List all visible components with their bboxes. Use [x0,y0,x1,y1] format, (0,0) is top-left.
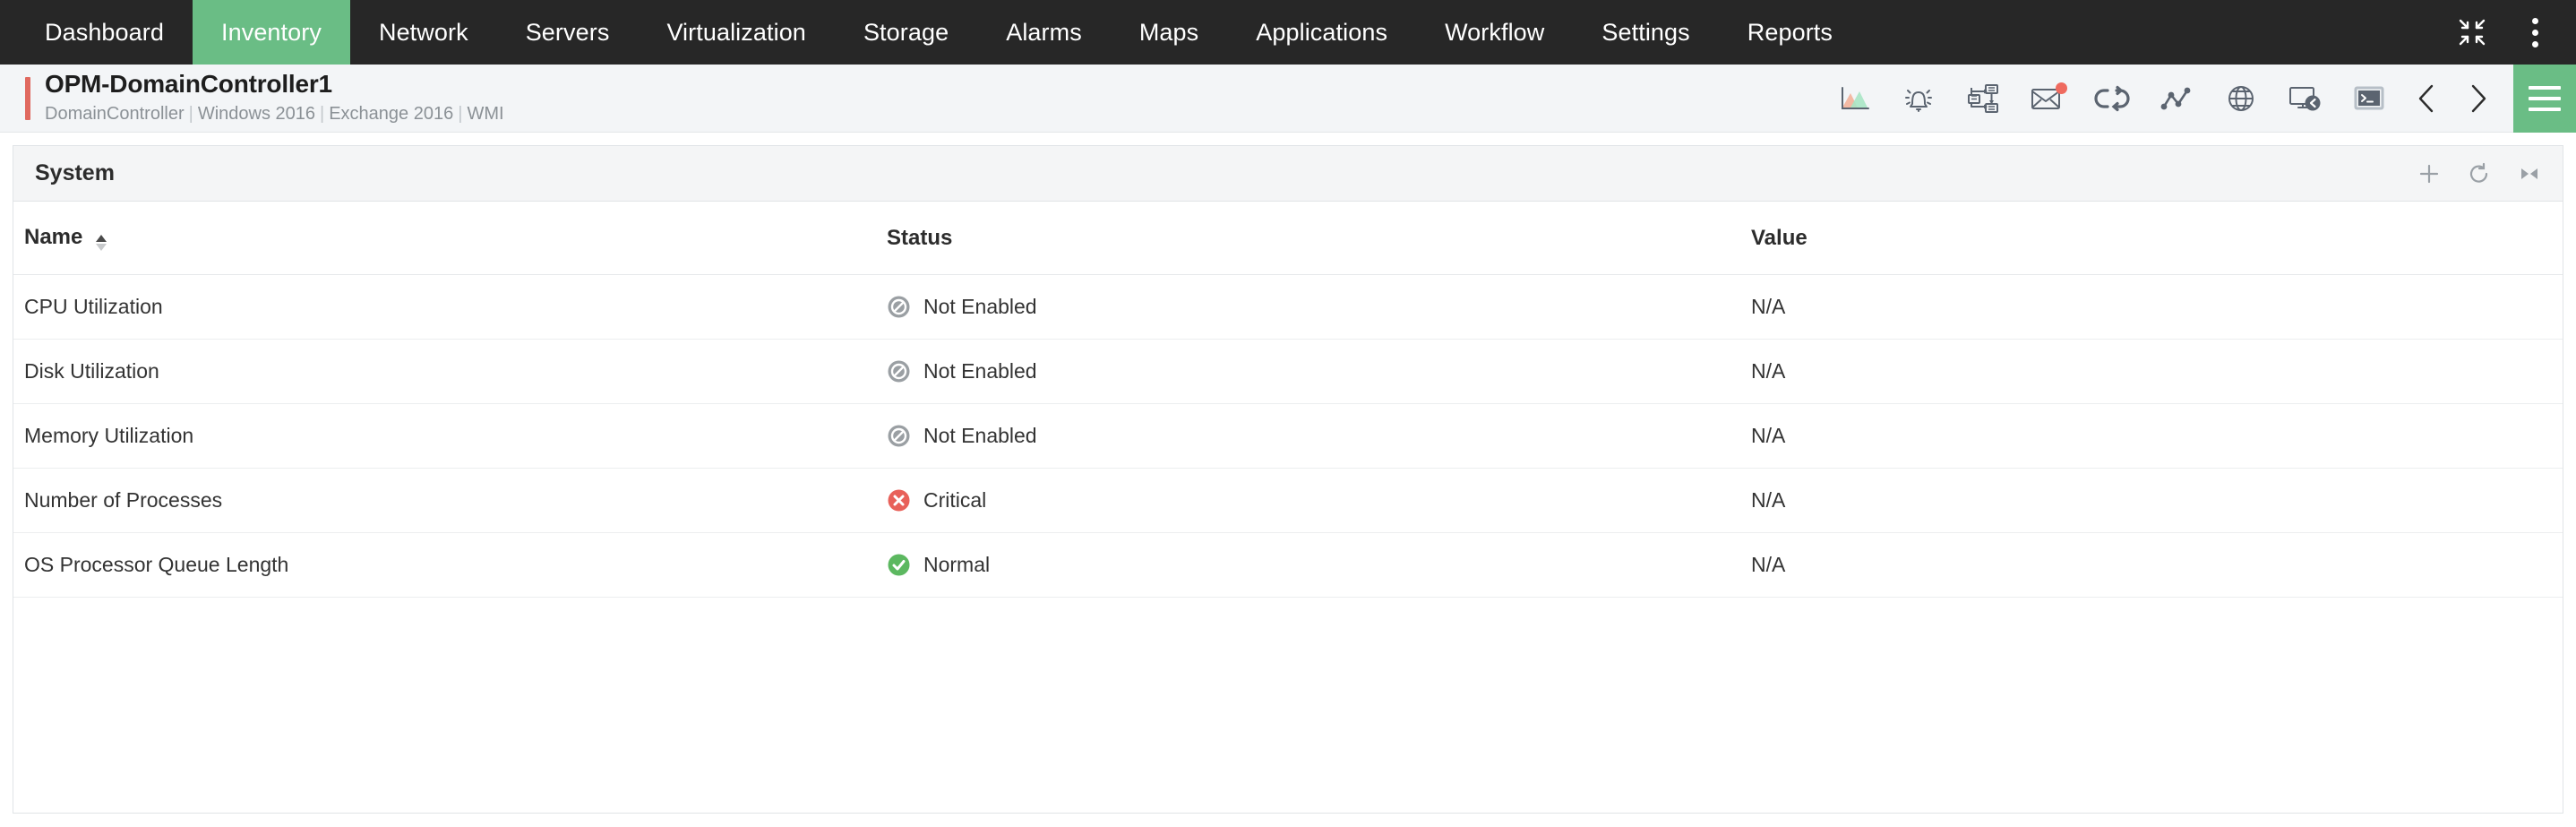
top-nav-right-actions [2454,0,2576,65]
cell-status: Not Enabled [887,404,1751,469]
device-meta-item: Exchange 2016 [329,104,453,124]
table-row[interactable]: OS Processor Queue Length Normal N/A [13,533,2563,598]
nav-tab-servers[interactable]: Servers [497,0,639,65]
area-chart-icon[interactable] [1829,65,1879,133]
status-label: Not Enabled [923,424,1037,448]
nav-tab-dashboard[interactable]: Dashboard [16,0,193,65]
more-dots [2532,18,2538,47]
system-panel: System [13,145,2563,814]
status-badge: Not Enabled [887,424,1751,448]
previous-device-button[interactable] [2402,65,2452,133]
device-meta: DomainController|Windows 2016|Exchange 2… [45,101,504,126]
column-header-name[interactable]: Name [13,202,887,275]
collapse-panel-icon[interactable] [2516,160,2543,187]
cell-value: N/A [1751,404,2563,469]
status-badge: Critical [887,488,1751,513]
status-label: Critical [923,488,986,513]
remote-desktop-icon[interactable] [2280,65,2331,133]
status-badge: Normal [887,553,1751,577]
meta-separator: | [189,104,193,124]
mail-icon[interactable] [2022,65,2073,133]
status-critical-icon [887,488,911,513]
cell-name: OS Processor Queue Length [13,533,887,598]
column-header-name-label: Name [24,225,82,249]
device-title-block: OPM-DomainController1 DomainController|W… [45,70,504,126]
table-row[interactable]: CPU Utilization Not Enabled N/A [13,275,2563,340]
status-label: Normal [923,553,990,577]
refresh-icon[interactable] [2466,160,2493,187]
nav-tab-network[interactable]: Network [350,0,497,65]
device-meta-item: Windows 2016 [198,104,315,124]
cell-name: Memory Utilization [13,404,887,469]
cell-name: CPU Utilization [13,275,887,340]
nav-tab-virtualization[interactable]: Virtualization [638,0,835,65]
terminal-icon[interactable] [2345,65,2395,133]
globe-icon[interactable] [2216,65,2266,133]
top-navigation-bar: DashboardInventoryNetworkServersVirtuali… [0,0,2576,65]
column-header-status[interactable]: Status [887,202,1751,275]
device-meta-item: WMI [467,104,503,124]
status-badge: Not Enabled [887,295,1751,319]
status-label: Not Enabled [923,359,1037,383]
nav-tab-storage[interactable]: Storage [835,0,977,65]
system-panel-header: System [13,146,2563,202]
next-device-button[interactable] [2452,65,2503,133]
meta-separator: | [458,104,462,124]
nav-tab-alarms[interactable]: Alarms [977,0,1111,65]
link-loop-icon[interactable] [2087,65,2137,133]
table-row[interactable]: Disk Utilization Not Enabled N/A [13,340,2563,404]
alarm-bell-icon[interactable] [1893,65,1944,133]
cell-status: Not Enabled [887,340,1751,404]
sort-ascending-icon [96,235,107,251]
hamburger-menu-button[interactable] [2513,65,2576,133]
table-row[interactable]: Number of Processes Critical N/A [13,469,2563,533]
table-header: Name Status Value [13,202,2563,275]
panel-title: System [35,160,115,186]
device-accent-bar [25,77,30,120]
cell-name: Number of Processes [13,469,887,533]
cell-name: Disk Utilization [13,340,887,404]
status-disabled-icon [887,359,911,383]
table-row[interactable]: Memory Utilization Not Enabled N/A [13,404,2563,469]
status-disabled-icon [887,295,911,319]
more-vertical-icon[interactable] [2517,13,2553,52]
table-header-row: Name Status Value [13,202,2563,275]
cell-value: N/A [1751,469,2563,533]
status-badge: Not Enabled [887,359,1751,383]
status-normal-icon [887,553,911,577]
table-body: CPU UtilizationNot EnabledN/ADisk Utiliz… [13,275,2563,598]
device-meta-item: DomainController [45,104,185,124]
nav-tab-reports[interactable]: Reports [1719,0,1861,65]
status-disabled-icon [887,424,911,448]
cell-status: Normal [887,533,1751,598]
workflow-icon[interactable] [1958,65,2008,133]
mail-notification-badge [2056,82,2067,94]
device-action-toolbar [1822,65,2576,132]
main-nav-tabs: DashboardInventoryNetworkServersVirtuali… [16,0,1861,65]
cell-value: N/A [1751,533,2563,598]
line-chart-icon[interactable] [2151,65,2202,133]
cell-status: Critical [887,469,1751,533]
nav-tab-settings[interactable]: Settings [1573,0,1718,65]
system-metrics-table: Name Status Value CPU Utilization Not Ena… [13,202,2563,598]
nav-tab-workflow[interactable]: Workflow [1416,0,1573,65]
column-header-value[interactable]: Value [1751,202,2563,275]
device-name: OPM-DomainController1 [45,70,504,99]
meta-separator: | [320,104,324,124]
nav-tab-maps[interactable]: Maps [1111,0,1227,65]
cell-status: Not Enabled [887,275,1751,340]
nav-tab-applications[interactable]: Applications [1227,0,1416,65]
cell-value: N/A [1751,275,2563,340]
status-label: Not Enabled [923,295,1037,319]
cell-value: N/A [1751,340,2563,404]
nav-tab-inventory[interactable]: Inventory [193,0,350,65]
panel-tool-buttons [2416,160,2543,187]
system-panel-body: Name Status Value CPU Utilization Not Ena… [13,202,2563,813]
device-header: OPM-DomainController1 DomainController|W… [0,65,2576,133]
add-icon[interactable] [2416,160,2443,187]
collapse-icon[interactable] [2454,13,2490,52]
